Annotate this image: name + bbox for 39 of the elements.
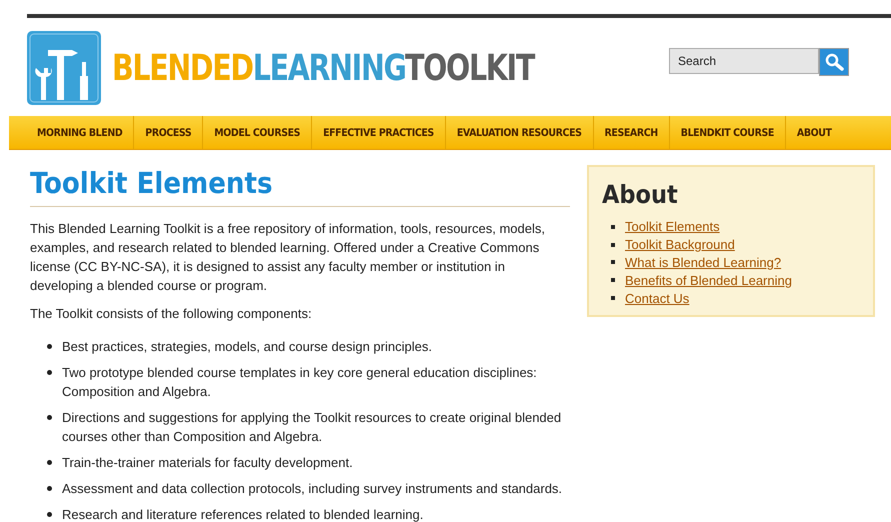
bullet-icon — [47, 486, 52, 491]
bullet-icon — [47, 512, 52, 517]
nav-link[interactable]: MORNING BLEND — [9, 116, 134, 149]
bullet-icon — [611, 224, 615, 229]
list-item: Best practices, strategies, models, and course design principles. — [62, 338, 432, 356]
bullet-icon — [611, 242, 615, 247]
nav-link[interactable]: MODEL COURSES — [203, 116, 312, 149]
nav-link[interactable]: BLENDKIT COURSE — [670, 116, 786, 149]
list-item: Research and literature references related to blended learning. — [62, 506, 424, 522]
bullet-icon — [611, 296, 615, 300]
panel-title: About — [602, 179, 679, 211]
sidebar-link[interactable]: Toolkit Elements — [625, 219, 720, 234]
nav-link[interactable]: EFFECTIVE PRACTICES — [312, 116, 446, 149]
sidebar-link[interactable]: Benefits of Blended Learning — [625, 272, 792, 288]
bullet-icon — [611, 260, 615, 264]
bullet-icon — [47, 415, 52, 420]
sidebar-link[interactable]: What is Blended Learning? — [625, 254, 782, 270]
bullet-icon — [47, 344, 52, 349]
bullet-icon — [47, 370, 52, 375]
tools-logo-icon — [26, 30, 102, 106]
list-intro: The Toolkit consists of the following components: — [30, 305, 313, 323]
nav-link[interactable]: ABOUT — [786, 116, 843, 149]
site-logo-text[interactable]: BLENDEDLEARNINGTOOLKIT — [112, 48, 534, 88]
nav-link[interactable]: EVALUATION RESOURCES — [446, 116, 594, 149]
bullet-icon — [47, 460, 52, 465]
search-icon — [824, 52, 844, 72]
list-item: Assessment and data collection protocols, including survey instruments and standards. — [62, 480, 562, 498]
list-item: Train-the-trainer materials for faculty development. — [62, 454, 353, 472]
nav-link[interactable]: RESEARCH — [594, 116, 670, 149]
sidebar-link[interactable]: Contact Us — [625, 290, 690, 306]
intro-paragraph: This Blended Learning Toolkit is a free repository of information, tools, resources, models, examples, and research related to blended learning. Offered under a Creative Commons license (CC BY-NC-SA), it is designed to assist any faculty member or institution in developing a blended course or program. — [30, 220, 546, 295]
sidebar-link[interactable]: Toolkit Background — [625, 237, 735, 252]
search-button[interactable] — [819, 48, 849, 76]
list-item: Two prototype blended course templates in key core general education disciplines: Composition and Algebra. — [62, 364, 538, 401]
bullet-icon — [611, 278, 615, 282]
search-field[interactable]: Search — [669, 48, 819, 74]
list-item: Directions and suggestions for applying the Toolkit resources to create original blended courses other than Composition and Algebra. — [62, 409, 562, 446]
page-title: Toolkit Elements — [30, 166, 570, 207]
nav-link[interactable]: PROCESS — [134, 116, 204, 149]
